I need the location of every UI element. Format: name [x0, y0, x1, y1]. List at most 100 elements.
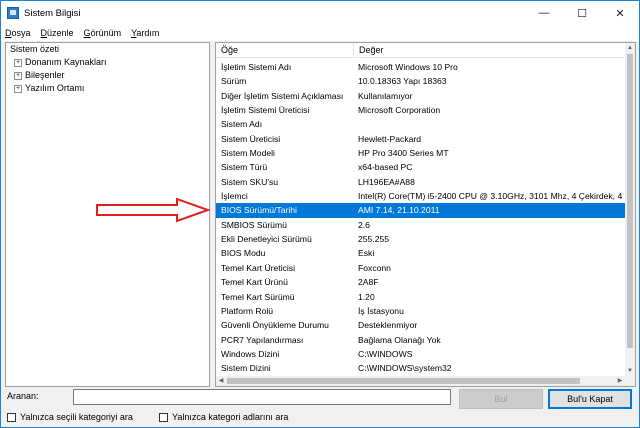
list-row[interactable]: Temel Kart Üreticisi Foxconn [216, 261, 626, 275]
find-button[interactable]: Bul [459, 389, 543, 409]
list-row[interactable]: Sistem Türü x64-based PC [216, 160, 626, 174]
row-item-name: Diğer İşletim Sistemi Açıklaması [221, 90, 344, 101]
close-find-button[interactable]: Bul'u Kapat [548, 389, 632, 409]
row-item-name: Temel Kart Sürümü [221, 291, 295, 302]
list-row[interactable]: Ekli Denetleyici Sürümü 255.255 [216, 232, 626, 246]
details-list[interactable]: Öğe Değer İşletim Sistemi Adı Microsoft W… [215, 42, 636, 387]
tree-item-components[interactable]: + Bileşenler [6, 69, 209, 82]
list-row[interactable]: Sistem Dizini C:\WINDOWS\system32 [216, 361, 626, 375]
column-header-item[interactable]: Öğe [216, 43, 354, 58]
row-item-name: İşlemci [221, 191, 248, 202]
checkbox-label: Yalnızca kategori adlarını ara [172, 412, 289, 422]
row-item-name: İşletim Sistemi Üreticisi [221, 105, 310, 116]
list-row[interactable]: Sistem Adı [216, 117, 626, 131]
row-item-name: Temel Kart Üreticisi [221, 262, 296, 273]
tree-item-label: Yazılım Ortamı [25, 83, 85, 93]
row-item-value: Hewlett-Packard [358, 133, 422, 144]
scroll-left-icon[interactable]: ◀ [216, 376, 226, 386]
row-item-name: Platform Rolü [221, 305, 274, 316]
list-row[interactable]: Sistem Üreticisi Hewlett-Packard [216, 132, 626, 146]
system-info-app-icon [7, 7, 19, 19]
list-rows: İşletim Sistemi Adı Microsoft Windows 10 … [216, 60, 626, 376]
list-header: Öğe Değer [216, 43, 635, 58]
horizontal-scrollbar[interactable]: ◀ ▶ [216, 376, 635, 386]
window-controls: — ☐ ✕ [525, 1, 639, 25]
row-item-name: Sistem Dizini [221, 363, 271, 374]
checkbox-box[interactable] [159, 412, 168, 422]
expand-icon[interactable]: + [14, 84, 22, 93]
row-item-name: Windows Dizini [221, 348, 280, 359]
close-button[interactable]: ✕ [601, 1, 639, 25]
row-item-value: Microsoft Windows 10 Pro [358, 62, 458, 72]
search-input[interactable] [73, 389, 451, 405]
list-row[interactable]: İşlemci Intel(R) Core(TM) i5-2400 CPU @ 3… [216, 189, 626, 203]
row-item-name: Sistem Modeli [221, 148, 275, 159]
row-item-value: İş İstasyonu [358, 305, 404, 316]
expand-icon[interactable]: + [14, 58, 22, 67]
search-selected-category-checkbox[interactable]: Yalnızca seçili kategoriyi ara [7, 412, 133, 422]
title-bar: Sistem Bilgisi — ☐ ✕ [1, 1, 639, 25]
list-row[interactable]: Temel Kart Sürümü 1.20 [216, 290, 626, 304]
list-row[interactable]: Sistem Modeli HP Pro 3400 Series MT [216, 146, 626, 160]
list-row[interactable]: Platform Rolü İş İstasyonu [216, 304, 626, 318]
search-category-names-checkbox[interactable]: Yalnızca kategori adlarını ara [159, 412, 288, 422]
row-item-name: İşletim Sistemi Adı [221, 62, 292, 72]
row-item-value: Foxconn [358, 262, 391, 273]
row-item-value [354, 117, 626, 131]
list-row[interactable]: SMBIOS Sürümü 2.6 [216, 218, 626, 232]
row-item-name: PCR7 Yapılandırması [221, 334, 304, 345]
checkbox-label: Yalnızca seçili kategoriyi ara [20, 412, 133, 422]
tree-item-system-summary[interactable]: Sistem özeti [6, 43, 209, 56]
vertical-scrollbar[interactable]: ▲ ▼ [625, 43, 635, 376]
row-item-name: BIOS Modu [221, 248, 266, 259]
menu-gorunum[interactable]: Görünüm [84, 28, 122, 38]
row-item-value: Intel(R) Core(TM) i5-2400 CPU @ 3.10GHz,… [358, 191, 623, 202]
tree-item-label: Bileşenler [25, 70, 65, 80]
system-info-window: Sistem Bilgisi — ☐ ✕ Dosya Düzenle Görün… [0, 0, 640, 428]
row-item-value: HP Pro 3400 Series MT [358, 148, 449, 159]
menu-duzenle[interactable]: Düzenle [41, 28, 74, 38]
row-item-value: Desteklenmiyor [358, 320, 418, 331]
row-item-name: Sistem Adı [221, 119, 263, 130]
list-row[interactable]: Diğer İşletim Sistemi Açıklaması Kullanıl… [216, 89, 626, 103]
row-item-value: Eski [358, 248, 375, 259]
row-item-name: SMBIOS Sürümü [221, 219, 287, 230]
red-arrow-annotation-icon [96, 197, 211, 223]
menu-dosya[interactable]: Dosya [5, 28, 31, 38]
row-item-value: C:\WINDOWS\system32 [358, 363, 452, 374]
list-row[interactable]: Güvenli Önyükleme Durumu Desteklenmiyor [216, 318, 626, 332]
list-row[interactable]: Sürüm 10.0.18363 Yapı 18363 [216, 74, 626, 88]
row-item-value: C:\WINDOWS [358, 348, 413, 359]
list-row[interactable]: PCR7 Yapılandırması Bağlama Olanağı Yok [216, 333, 626, 347]
minimize-button[interactable]: — [525, 1, 563, 25]
column-header-value[interactable]: Değer [354, 43, 384, 58]
tree-item-label: Donanım Kaynakları [25, 57, 107, 67]
list-row[interactable]: Temel Kart Ürünü 2A8F [216, 275, 626, 289]
search-label: Aranan: [7, 391, 39, 401]
tree-item-hardware-resources[interactable]: + Donanım Kaynakları [6, 56, 209, 69]
row-item-name: BIOS Sürümü/Tarihi [221, 205, 297, 216]
scroll-right-icon[interactable]: ▶ [615, 376, 625, 386]
row-item-name: Sistem Üreticisi [221, 133, 281, 144]
expand-icon[interactable]: + [14, 71, 22, 80]
row-item-value: AMI 7.14, 21.10.2011 [358, 205, 440, 216]
row-item-value: 2.6 [358, 219, 370, 230]
list-row[interactable]: Sistem SKU'su LH196EA#A88 [216, 175, 626, 189]
row-item-value: Kullanılamıyor [358, 90, 413, 101]
scroll-down-icon[interactable]: ▼ [625, 366, 635, 376]
checkbox-box[interactable] [7, 412, 16, 422]
list-row[interactable]: BIOS Sürümü/Tarihi AMI 7.14, 21.10.2011 [216, 203, 626, 218]
row-item-value: 2A8F [358, 277, 379, 288]
list-row[interactable]: BIOS Modu Eski [216, 246, 626, 260]
row-item-name: Temel Kart Ürünü [221, 277, 288, 288]
tree-item-software-environment[interactable]: + Yazılım Ortamı [6, 82, 209, 95]
row-item-value: x64-based PC [358, 162, 413, 173]
horizontal-scroll-thumb[interactable] [227, 378, 580, 384]
list-row[interactable]: Windows Dizini C:\WINDOWS [216, 347, 626, 361]
menu-yardim[interactable]: Yardım [131, 28, 159, 38]
vertical-scroll-thumb[interactable] [627, 54, 633, 348]
maximize-button[interactable]: ☐ [563, 1, 601, 25]
scroll-up-icon[interactable]: ▲ [625, 43, 635, 53]
list-row[interactable]: İşletim Sistemi Adı Microsoft Windows 10 … [216, 60, 626, 74]
list-row[interactable]: İşletim Sistemi Üreticisi Microsoft Corpo… [216, 103, 626, 117]
